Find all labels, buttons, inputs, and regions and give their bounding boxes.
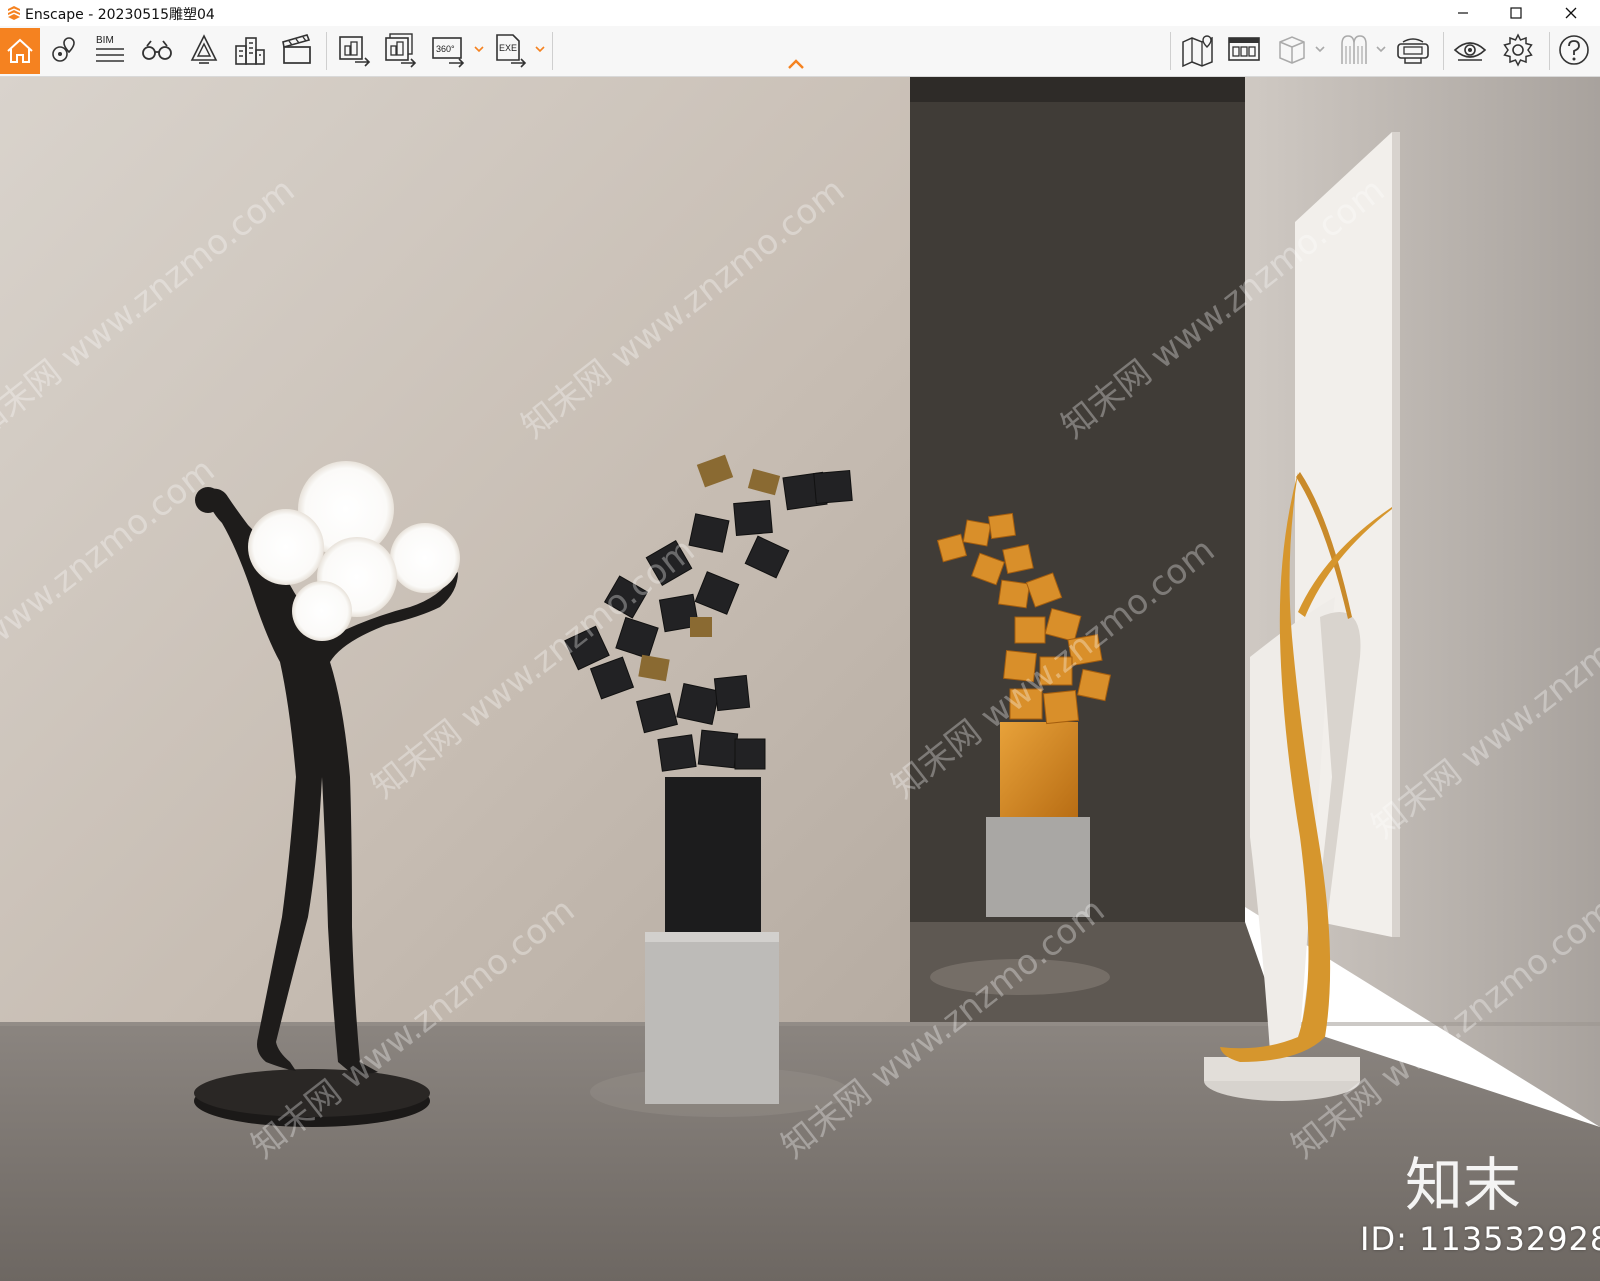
maximize-icon [1510, 7, 1522, 19]
exe-label: EXE [499, 43, 517, 53]
export-panorama-icon: 360° [432, 37, 465, 68]
close-icon [1565, 7, 1577, 19]
settings-gear-icon [1503, 33, 1533, 67]
video-editor-button[interactable] [279, 32, 315, 68]
bim-icon: BIM [96, 35, 124, 62]
toolbar-separator [1443, 32, 1444, 70]
settings-button[interactable] [1500, 32, 1536, 68]
image-id-watermark: ID: 1135329281 [1360, 1220, 1600, 1258]
binoculars-icon [142, 40, 172, 60]
asset-library-icon [1228, 37, 1260, 61]
material-icon [1341, 35, 1367, 64]
export-panorama-button[interactable]: 360° [431, 32, 467, 68]
material-button[interactable] [1336, 32, 1372, 68]
toolbar-separator [1549, 32, 1550, 70]
eye-icon [1453, 42, 1487, 61]
views-button[interactable] [46, 32, 82, 68]
export-image-icon [339, 36, 371, 67]
clapperboard-icon [282, 34, 311, 64]
chevron-down-icon[interactable] [1314, 44, 1326, 54]
map-button[interactable] [1180, 32, 1216, 68]
minimize-button[interactable] [1440, 0, 1486, 26]
home-button[interactable] [0, 28, 40, 74]
help-icon [1559, 35, 1589, 65]
chevron-down-icon[interactable] [473, 44, 485, 54]
export-image-button[interactable] [337, 32, 373, 68]
panorama-label: 360° [436, 44, 455, 54]
bim-button[interactable]: BIM [92, 32, 128, 68]
sun-bell-icon [190, 34, 218, 64]
help-button[interactable] [1556, 32, 1592, 68]
vr-headset-icon [1397, 38, 1429, 64]
brand-watermark: 知末 [1405, 1151, 1521, 1219]
visual-settings-button[interactable] [1452, 32, 1488, 68]
export-exe-icon: EXE [496, 34, 527, 68]
render-viewport[interactable]: 知末网 www.znzmo.com 知末网 www.znzmo.com 知末网 ww… [0, 77, 1600, 1281]
walk-mode-button[interactable] [139, 32, 175, 68]
minimize-icon [1458, 12, 1468, 14]
home-icon [7, 38, 33, 63]
znzmo-logo-icon: 知末 [1405, 1151, 1521, 1219]
toolbar-separator [1170, 32, 1171, 70]
asset-library-button[interactable] [1226, 32, 1262, 68]
toolbar-separator [552, 32, 553, 70]
toolbar-separator [326, 32, 327, 70]
close-button[interactable] [1548, 0, 1594, 26]
maximize-button[interactable] [1493, 0, 1539, 26]
atmosphere-button[interactable] [186, 32, 222, 68]
views-pin-icon [52, 37, 75, 62]
map-icon [1182, 35, 1213, 68]
chevron-down-icon[interactable] [1375, 44, 1387, 54]
window-title: Enscape - 20230515雕塑04 [25, 7, 215, 23]
collapse-toolbar-icon[interactable] [786, 58, 806, 70]
batch-export-icon [385, 33, 417, 68]
bim-label: BIM [96, 35, 114, 46]
vr-button[interactable] [1395, 32, 1431, 68]
batch-export-button[interactable] [383, 32, 419, 68]
cube-icon [1279, 36, 1305, 64]
buildings-icon [235, 37, 265, 65]
chevron-down-icon[interactable] [534, 44, 546, 54]
export-exe-button[interactable]: EXE [493, 32, 529, 68]
title-bar: Enscape - 20230515雕塑04 [0, 0, 1600, 26]
main-toolbar: BIM 360° EXE [0, 26, 1600, 77]
model-button[interactable] [1274, 32, 1310, 68]
rendered-scene: 知末网 www.znzmo.com 知末网 www.znzmo.com 知末网 ww… [0, 77, 1600, 1281]
city-button[interactable] [232, 32, 268, 68]
enscape-logo-icon [8, 6, 20, 20]
